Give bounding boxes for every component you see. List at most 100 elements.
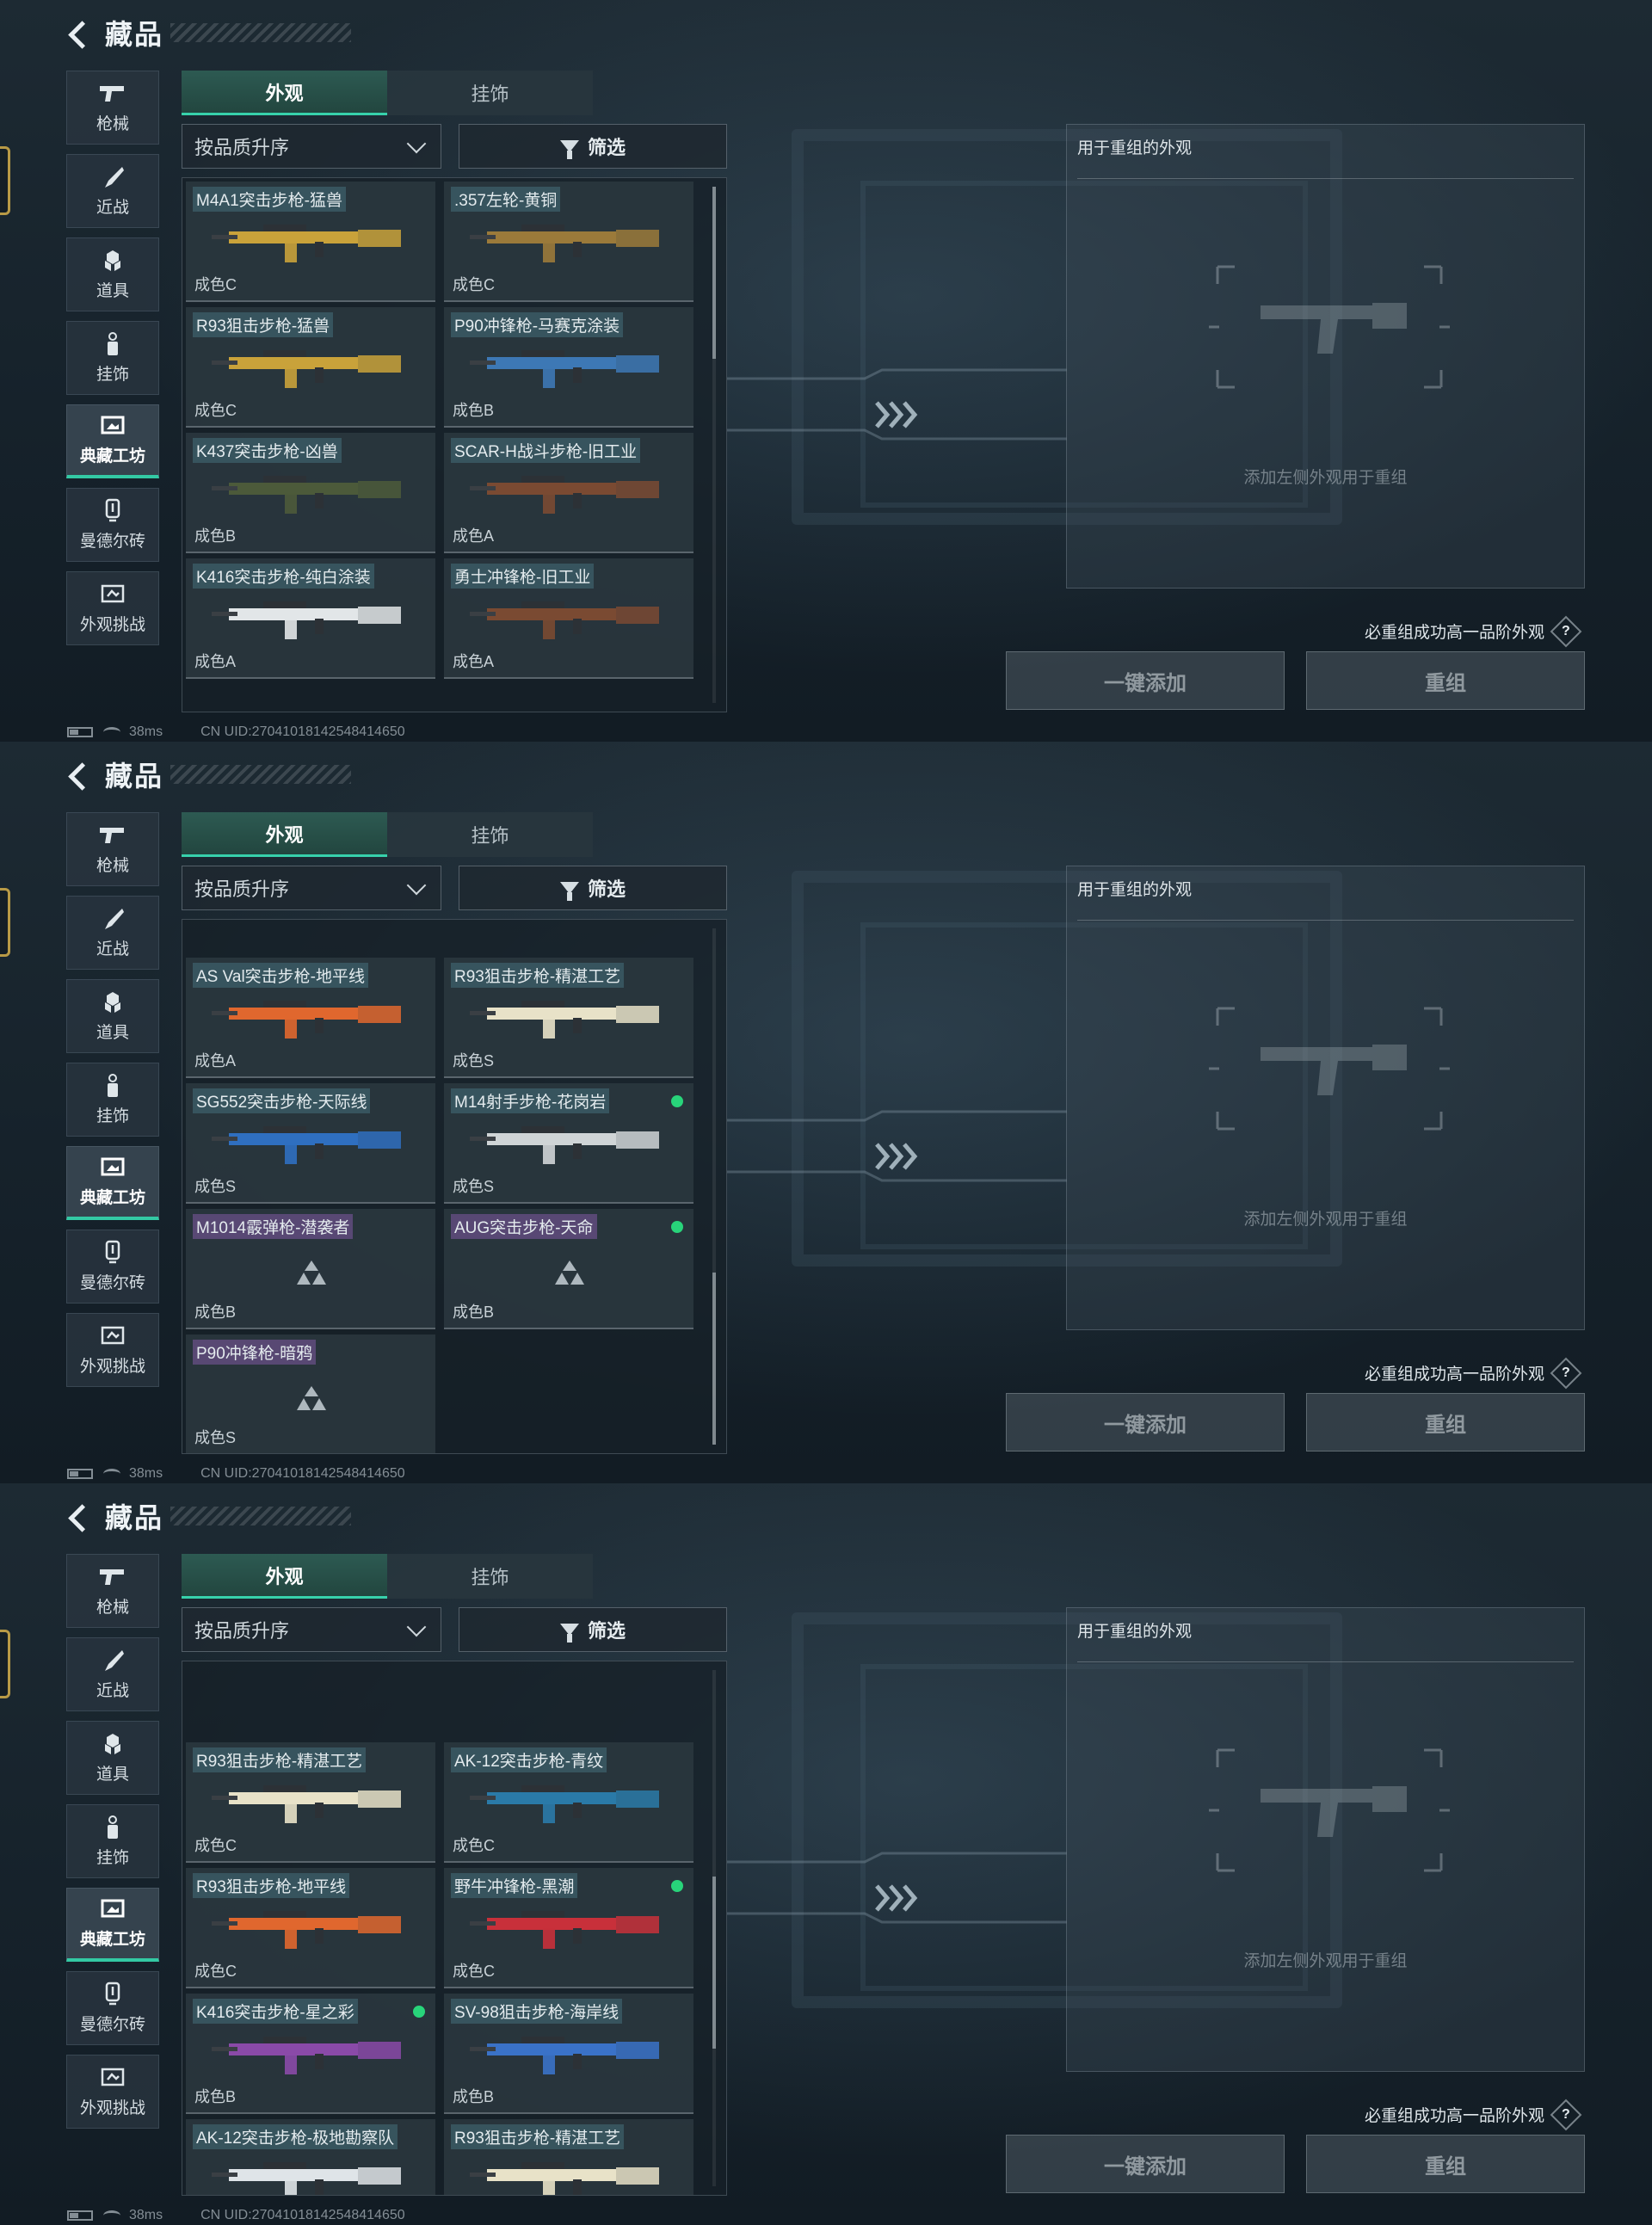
- help-icon[interactable]: ?: [1550, 2099, 1582, 2130]
- skin-card[interactable]: SCAR-H战斗步枪-旧工业 成色A: [444, 433, 693, 553]
- nav-item-brick[interactable]: 曼德尔砖: [66, 488, 159, 562]
- recombine-button[interactable]: 重组: [1306, 1393, 1585, 1451]
- skin-card[interactable]: AS Val突击步枪-地平线 成色A: [186, 958, 435, 1078]
- grid-scrollbar[interactable]: [712, 928, 716, 1445]
- category-nav: 枪械近战道具挂饰典藏工坊曼德尔砖外观挑战: [66, 71, 161, 655]
- nav-item-brick[interactable]: 曼德尔砖: [66, 1230, 159, 1304]
- ping-text: 38ms: [129, 724, 163, 739]
- nav-item-gun[interactable]: 枪械: [66, 71, 159, 145]
- filter-button[interactable]: 筛选: [459, 866, 727, 910]
- grid-scrollbar[interactable]: [712, 1670, 716, 2186]
- nav-item-workshop[interactable]: 典藏工坊: [66, 404, 159, 478]
- page-title: 藏品: [105, 19, 164, 50]
- skin-grade: 成色S: [194, 1178, 237, 1195]
- nav-item-brick[interactable]: 曼德尔砖: [66, 1971, 159, 2045]
- recombine-button[interactable]: 重组: [1306, 2135, 1585, 2193]
- filter-button[interactable]: 筛选: [459, 1607, 727, 1652]
- nav-item-challenge[interactable]: 外观挑战: [66, 1313, 159, 1387]
- tab-charms[interactable]: 挂饰: [387, 71, 593, 115]
- skin-card[interactable]: R93狙击步枪-精湛工艺 成色S: [444, 958, 693, 1078]
- skin-card[interactable]: M1014霰弹枪-潜袭者 成色B: [186, 1209, 435, 1329]
- skin-card[interactable]: AUG突击步枪-天命 成色B: [444, 1209, 693, 1329]
- nav-item-knife[interactable]: 近战: [66, 1637, 159, 1711]
- skin-grade: 成色C: [194, 276, 237, 293]
- tab-charms[interactable]: 挂饰: [387, 812, 593, 857]
- nav-item-gun[interactable]: 枪械: [66, 1554, 159, 1628]
- tab-skins[interactable]: 外观: [182, 1554, 387, 1599]
- skin-card[interactable]: P90冲锋枪-马赛克涂装 成色B: [444, 307, 693, 428]
- skin-card[interactable]: M4A1突击步枪-猛兽 成色C: [186, 182, 435, 302]
- filter-icon: [559, 1624, 579, 1643]
- skin-card[interactable]: M14射手步枪-花岗岩 成色S: [444, 1083, 693, 1204]
- skin-card[interactable]: R93狙击步枪-地平线 成色C: [186, 1868, 435, 1988]
- filter-button[interactable]: 筛选: [459, 124, 727, 169]
- side-handle[interactable]: [0, 888, 10, 957]
- nav-item-challenge[interactable]: 外观挑战: [66, 571, 159, 645]
- quick-add-button[interactable]: 一键添加: [1006, 2135, 1285, 2193]
- skin-card[interactable]: R93狙击步枪-精湛工艺: [444, 2119, 693, 2195]
- skin-card[interactable]: 勇士冲锋枪-旧工业 成色A: [444, 558, 693, 679]
- grid-scrollbar[interactable]: [712, 187, 716, 703]
- side-handle[interactable]: [0, 1630, 10, 1698]
- nav-item-label: 枪械: [96, 114, 129, 133]
- skin-card[interactable]: R93狙击步枪-猛兽 成色C: [186, 307, 435, 428]
- recombine-button[interactable]: 重组: [1306, 651, 1585, 710]
- nav-item-workshop[interactable]: 典藏工坊: [66, 1146, 159, 1220]
- skin-card[interactable]: K437突击步枪-凶兽 成色B: [186, 433, 435, 553]
- scrollbar-thumb[interactable]: [712, 187, 716, 359]
- nav-item-challenge[interactable]: 外观挑战: [66, 2055, 159, 2129]
- nav-item-gun[interactable]: 枪械: [66, 812, 159, 886]
- tab-charms[interactable]: 挂饰: [387, 1554, 593, 1599]
- quick-add-button[interactable]: 一键添加: [1006, 651, 1285, 710]
- skin-card[interactable]: 野牛冲锋枪-黑潮 成色C: [444, 1868, 693, 1988]
- nav-item-items[interactable]: 道具: [66, 237, 159, 311]
- nav-item-workshop[interactable]: 典藏工坊: [66, 1888, 159, 1962]
- sort-label: 按品质升序: [194, 878, 290, 900]
- nav-item-items[interactable]: 道具: [66, 979, 159, 1053]
- new-indicator-dot: [413, 2006, 425, 2018]
- back-arrow-icon[interactable]: [67, 761, 93, 787]
- skin-card[interactable]: R93狙击步枪-精湛工艺 成色C: [186, 1742, 435, 1863]
- back-arrow-icon[interactable]: [67, 20, 93, 46]
- gun-icon: [98, 1565, 127, 1589]
- skin-grid: AS Val突击步枪-地平线 成色A R93狙击步枪-精湛工艺 成色S SG552突击步…: [182, 919, 727, 1454]
- category-nav: 枪械近战道具挂饰典藏工坊曼德尔砖外观挑战: [66, 812, 161, 1396]
- skin-card[interactable]: AK-12突击步枪-极地勘察队: [186, 2119, 435, 2195]
- nav-item-items[interactable]: 道具: [66, 1721, 159, 1795]
- skin-name: R93狙击步枪-猛兽: [193, 312, 334, 337]
- knife-icon: [98, 907, 127, 931]
- scrollbar-thumb[interactable]: [712, 1877, 716, 2049]
- tab-skins[interactable]: 外观: [182, 71, 387, 115]
- skin-name: K437突击步枪-凶兽: [193, 438, 342, 463]
- skin-card[interactable]: .357左轮-黄铜 成色C: [444, 182, 693, 302]
- nav-item-charm[interactable]: 挂饰: [66, 321, 159, 395]
- skin-card[interactable]: SV-98狙击步枪-海岸线 成色B: [444, 1994, 693, 2114]
- help-icon[interactable]: ?: [1550, 1357, 1582, 1389]
- skin-card[interactable]: K416突击步枪-星之彩 成色B: [186, 1994, 435, 2114]
- sort-label: 按品质升序: [194, 137, 290, 158]
- skin-card[interactable]: SG552突击步枪-天际线 成色S: [186, 1083, 435, 1204]
- skin-name: AUG突击步枪-天命: [451, 1214, 597, 1239]
- nav-item-knife[interactable]: 近战: [66, 896, 159, 970]
- side-handle[interactable]: [0, 146, 10, 215]
- help-icon[interactable]: ?: [1550, 615, 1582, 647]
- sort-dropdown[interactable]: 按品质升序: [182, 1607, 441, 1652]
- sort-dropdown[interactable]: 按品质升序: [182, 866, 441, 910]
- nav-item-charm[interactable]: 挂饰: [66, 1063, 159, 1137]
- locked-skin-icon: [294, 1384, 329, 1412]
- scrollbar-thumb[interactable]: [712, 1273, 716, 1445]
- filter-icon: [559, 882, 579, 901]
- quick-add-button[interactable]: 一键添加: [1006, 1393, 1285, 1451]
- skin-card[interactable]: K416突击步枪-纯白涂装 成色A: [186, 558, 435, 679]
- nav-item-knife[interactable]: 近战: [66, 154, 159, 228]
- skin-card[interactable]: P90冲锋枪-暗鸦 成色S: [186, 1334, 435, 1453]
- title-stripes-decoration: [170, 765, 352, 784]
- new-indicator-dot: [671, 1095, 683, 1107]
- sort-dropdown[interactable]: 按品质升序: [182, 124, 441, 169]
- tab-skins[interactable]: 外观: [182, 812, 387, 857]
- collection-screen: 藏品 枪械 近战 道具 挂饰 典藏工坊 曼德尔砖 外观挑战 外观 挂饰 按品质升序 筛选 M4A1突击步…: [0, 0, 1652, 742]
- nav-item-label: 外观挑战: [79, 615, 145, 634]
- skin-card[interactable]: AK-12突击步枪-青纹 成色C: [444, 1742, 693, 1863]
- nav-item-charm[interactable]: 挂饰: [66, 1804, 159, 1878]
- back-arrow-icon[interactable]: [67, 1503, 93, 1529]
